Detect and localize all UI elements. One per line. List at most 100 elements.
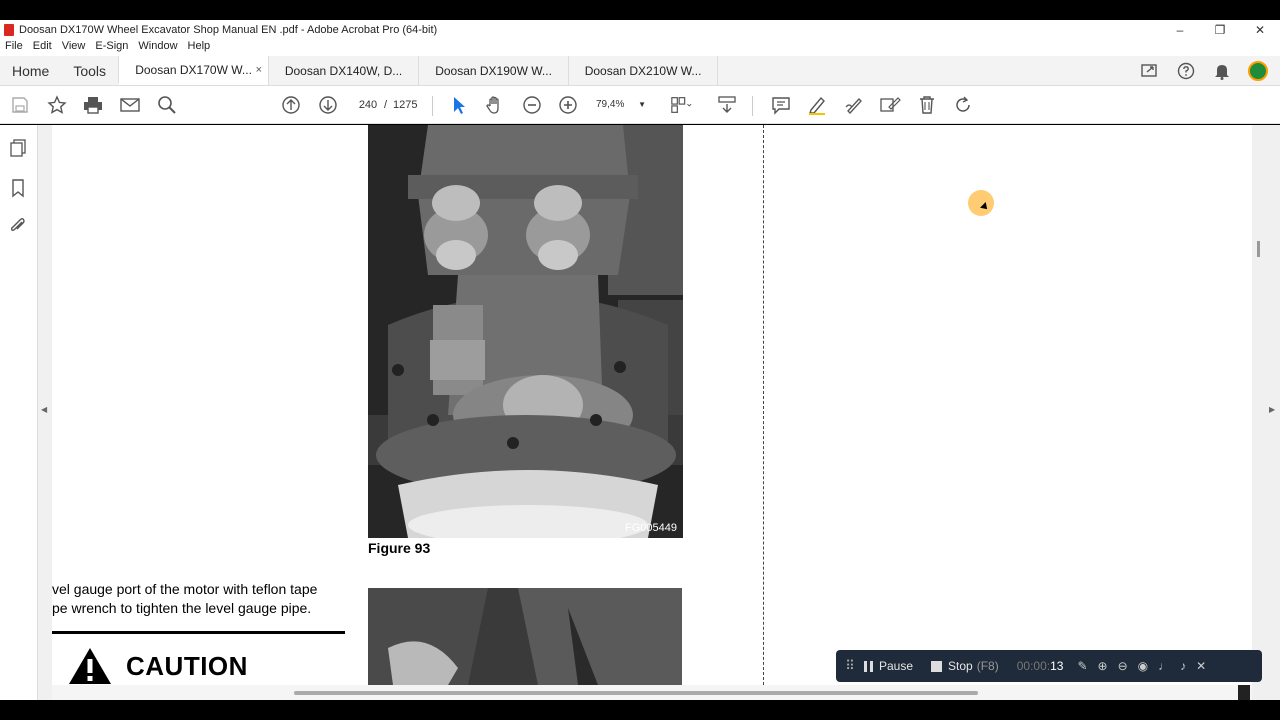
current-page-input[interactable]: 240 [354, 95, 382, 115]
page-separator: / [384, 99, 388, 111]
hand-tool-icon[interactable] [484, 94, 506, 116]
timer-seconds: 13 [1050, 659, 1064, 673]
section-rule [52, 631, 345, 634]
zoom-in-icon[interactable]: ⊕ [1098, 659, 1108, 673]
page-up-icon[interactable] [280, 94, 302, 116]
minimize-button[interactable]: – [1160, 23, 1200, 37]
menu-bar: File Edit View E-Sign Window Help [0, 40, 1280, 56]
zoom-in-icon[interactable] [557, 94, 579, 116]
window-title: Doosan DX170W Wheel Excavator Shop Manua… [19, 24, 438, 36]
help-icon[interactable] [1176, 61, 1196, 81]
microphone-icon[interactable]: ♩ [1158, 659, 1170, 673]
menu-esign[interactable]: E-Sign [90, 40, 133, 56]
speaker-icon[interactable]: ♪ [1180, 659, 1186, 673]
bookmarks-icon[interactable] [7, 177, 29, 199]
total-pages: 1275 [393, 99, 418, 111]
search-icon[interactable] [156, 94, 178, 116]
pages-icon[interactable] [7, 137, 29, 159]
menu-edit[interactable]: Edit [28, 40, 57, 56]
chevron-down-icon: ▼ [638, 100, 646, 109]
instruction-line: vel gauge port of the motor with teflon … [52, 581, 318, 597]
screen-recorder-bar: ⠿ Pause Stop (F8) 00:00: 13 ✎ ⊕ ⊖ ◉ ♩ ♪ ✕ [836, 650, 1262, 682]
pause-button[interactable]: Pause [864, 659, 913, 673]
doc-tab-dx210w[interactable]: Doosan DX210W W... [568, 56, 719, 85]
caution-heading: CAUTION [68, 647, 248, 685]
figure-93-photo: FG005449 [368, 125, 683, 538]
bell-icon[interactable] [1212, 61, 1232, 81]
scroll-mode-icon[interactable] [716, 94, 738, 116]
close-window-button[interactable]: ✕ [1240, 23, 1280, 37]
divider [752, 96, 753, 116]
share-screen-icon[interactable] [1140, 61, 1160, 81]
recording-timer: 00:00: 13 [1017, 659, 1064, 673]
bookmark-star-icon[interactable] [46, 94, 68, 116]
close-tab-icon[interactable]: × [256, 64, 262, 76]
figure-caption: Figure 93 [368, 540, 431, 556]
tab-tools[interactable]: Tools [61, 56, 118, 85]
save-icon[interactable] [9, 94, 31, 116]
caution-label: CAUTION [126, 650, 248, 681]
menu-window[interactable]: Window [133, 40, 182, 56]
menu-view[interactable]: View [57, 40, 91, 56]
stop-shortcut: (F8) [976, 659, 999, 673]
page-down-icon[interactable] [317, 94, 339, 116]
pause-icon [864, 660, 873, 672]
attachments-icon[interactable] [7, 214, 29, 236]
recorder-tools: ✎ ⊕ ⊖ ◉ ♩ ♪ ✕ [1077, 659, 1206, 673]
collapse-left-panel[interactable]: ◀ [38, 125, 52, 700]
warning-triangle-icon [69, 648, 111, 684]
zoom-out-icon[interactable] [521, 94, 543, 116]
menu-file[interactable]: File [0, 40, 28, 56]
pdf-document-view[interactable]: FG005449 Figure 93 vel gauge port of the… [52, 125, 1252, 685]
email-icon[interactable] [119, 94, 141, 116]
page-layout-icon[interactable] [670, 94, 692, 116]
doc-tab-dx190w[interactable]: Doosan DX190W W... [418, 56, 568, 85]
screen: Doosan DX170W Wheel Excavator Shop Manua… [0, 0, 1280, 720]
zoom-out-icon[interactable]: ⊖ [1118, 659, 1128, 673]
instruction-text: vel gauge port of the motor with teflon … [52, 580, 352, 618]
divider [432, 96, 433, 116]
select-cursor-icon[interactable] [448, 94, 470, 116]
user-avatar[interactable] [1248, 60, 1268, 81]
right-scroll-gutter: ▶ [1252, 125, 1280, 700]
draw-signature-icon[interactable] [843, 94, 865, 116]
drag-handle-icon[interactable]: ⠿ [836, 658, 864, 674]
second-figure-photo [368, 588, 682, 685]
doc-tab-label: Doosan DX210W W... [584, 63, 702, 78]
zoom-level-select[interactable]: 79,4% ▼ [596, 95, 650, 115]
menu-help[interactable]: Help [183, 40, 216, 56]
stop-label: Stop [948, 659, 973, 673]
restore-button[interactable]: ❐ [1200, 23, 1240, 37]
eye-icon[interactable]: ◉ [1138, 659, 1148, 673]
comment-icon[interactable] [770, 94, 792, 116]
figure-code: FG005449 [625, 522, 677, 534]
rotate-icon[interactable] [952, 94, 974, 116]
doc-tab-dx170w[interactable]: Doosan DX170W W... × [118, 56, 269, 85]
horizontal-scrollbar[interactable] [52, 685, 1252, 700]
delete-icon[interactable] [916, 94, 938, 116]
toolbar: 240 / 1275 79,4% ▼ [0, 86, 1280, 124]
pencil-icon[interactable]: ✎ [1077, 659, 1087, 673]
doc-tab-label: Doosan DX140W, D... [284, 63, 403, 78]
pause-label: Pause [879, 659, 914, 673]
horizontal-scrollbar-thumb[interactable] [294, 691, 978, 695]
print-icon[interactable] [82, 94, 104, 116]
top-right-actions [1140, 56, 1280, 85]
edit-pdf-icon[interactable] [879, 94, 901, 116]
chevron-right-icon[interactable]: ▶ [1269, 405, 1275, 414]
zoom-value: 79,4% [596, 99, 625, 110]
highlight-pen-icon[interactable] [806, 94, 828, 116]
pdf-app-icon [4, 24, 14, 36]
timer-prefix: 00:00: [1016, 659, 1051, 673]
tab-bar: Home Tools Doosan DX170W W... × Doosan D… [0, 56, 1280, 86]
page-boundary [763, 125, 764, 685]
stop-button[interactable]: Stop (F8) [931, 659, 999, 673]
close-icon[interactable]: ✕ [1196, 659, 1206, 673]
doc-tab-dx140w[interactable]: Doosan DX140W, D... [268, 56, 418, 85]
vertical-scrollbar-thumb[interactable] [1257, 241, 1260, 257]
chevron-left-icon: ◀ [41, 405, 48, 414]
tab-home[interactable]: Home [0, 56, 61, 85]
bottom-edge [0, 700, 1280, 720]
doc-tab-label: Doosan DX170W W... [135, 62, 252, 77]
doc-tab-label: Doosan DX190W W... [435, 63, 552, 78]
